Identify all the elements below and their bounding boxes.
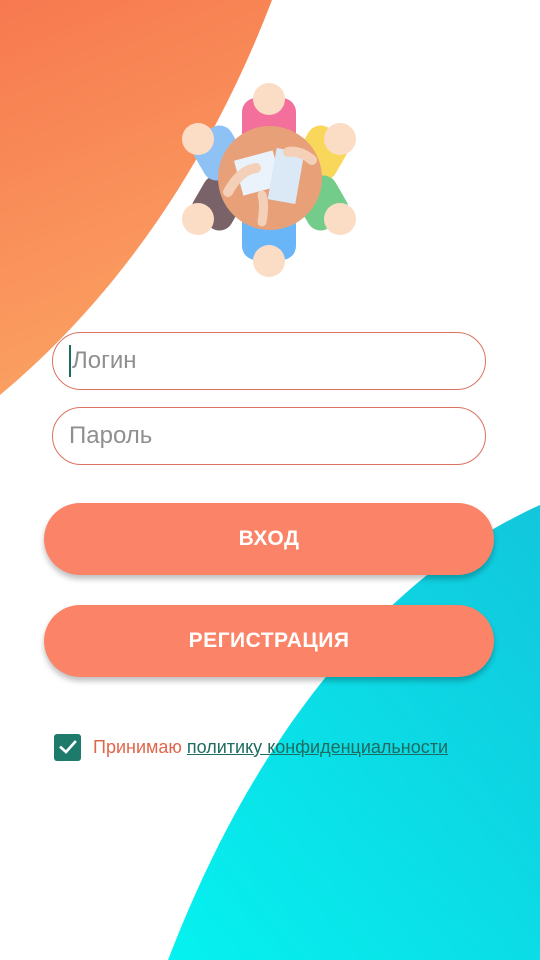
- password-field[interactable]: [52, 407, 486, 465]
- consent-checkbox[interactable]: [54, 733, 81, 761]
- checkmark-icon: [58, 740, 77, 754]
- password-input[interactable]: [69, 422, 449, 450]
- privacy-consent: Принимаю политику конфиденциальности: [54, 733, 448, 761]
- consent-label: Принимаю: [93, 736, 182, 757]
- register-button[interactable]: РЕГИСТРАЦИЯ: [44, 605, 494, 677]
- privacy-policy-link[interactable]: политику конфиденциальности: [187, 737, 448, 758]
- text-cursor: [69, 345, 71, 377]
- login-button[interactable]: ВХОД: [44, 503, 494, 575]
- login-field[interactable]: [52, 332, 486, 390]
- login-input[interactable]: [72, 347, 452, 375]
- people-meeting-table-icon: [182, 83, 356, 277]
